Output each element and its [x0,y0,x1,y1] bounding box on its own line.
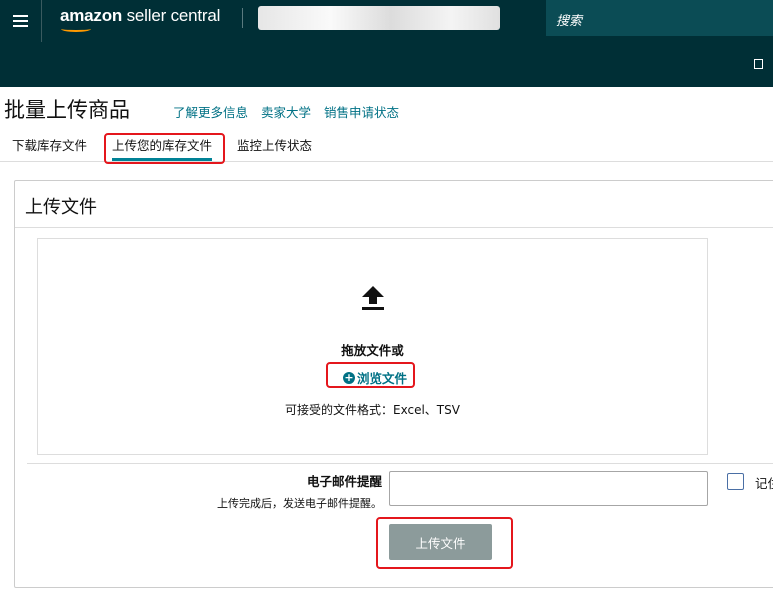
remember-label: 记住 [755,476,773,491]
logo-bold: amazon [60,6,123,25]
nav-divider [242,8,243,28]
search-input[interactable]: 搜索 [546,0,773,36]
logo-smile-icon [61,26,91,32]
secondary-nav-bar [0,42,773,87]
accepted-formats: 可接受的文件格式：Excel、TSV [285,403,460,417]
seller-central-logo[interactable]: amazon seller central [60,6,221,32]
top-nav-bar: amazon seller central 搜索 [0,0,773,42]
link-application-status[interactable]: 销售申请状态 [324,102,399,121]
hamburger-icon[interactable] [0,0,42,42]
link-seller-university[interactable]: 卖家大学 [261,102,311,121]
link-learn-more[interactable]: 了解更多信息 [173,102,248,121]
panel-header: 上传文件 [15,181,773,228]
tab-download-inventory[interactable]: 下载库存文件 [12,135,87,154]
highlight-box-browse [326,362,415,388]
divider [27,463,773,464]
highlight-box-upload [376,517,513,569]
page-title: 批量上传商品 [4,98,130,122]
tab-monitor-upload[interactable]: 监控上传状态 [237,135,312,154]
drag-text: 拖放文件或 [341,343,404,358]
email-hint: 上传完成后，发送电子邮件提醒。 [217,497,382,510]
upload-arrow-icon [362,286,384,310]
file-dropzone[interactable]: 拖放文件或 + 浏览文件 可接受的文件格式：Excel、TSV [37,238,708,455]
email-label-block: 电子邮件提醒 上传完成后，发送电子邮件提醒。 [217,471,382,511]
title-bar: 批量上传商品 了解更多信息 卖家大学 销售申请状态 [0,87,773,127]
remember-checkbox[interactable] [727,473,744,490]
panel-title: 上传文件 [25,197,97,218]
email-label: 电子邮件提醒 [306,474,382,489]
logo-rest: seller central [122,6,221,25]
store-name-redacted[interactable] [258,6,500,30]
email-field[interactable] [389,471,708,506]
bookmark-icon[interactable] [754,59,763,69]
help-links: 了解更多信息 卖家大学 销售申请状态 [173,102,399,121]
highlight-box-tab [104,133,225,164]
